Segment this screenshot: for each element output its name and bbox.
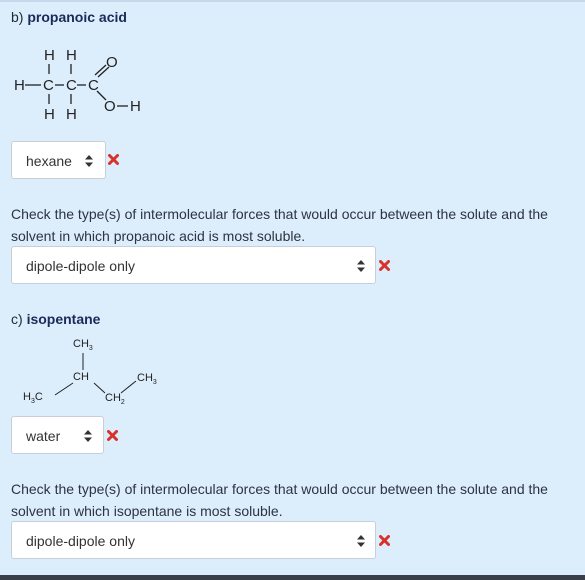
- up-down-arrows-icon: [357, 535, 365, 547]
- part-b-compound-name: propanoic acid: [27, 9, 127, 25]
- part-c-title: c) isopentane: [11, 311, 100, 327]
- question-c: Check the type(s) of intermolecular forc…: [11, 481, 548, 519]
- part-c-compound-name: isopentane: [26, 311, 101, 327]
- label-ch: CH: [73, 371, 89, 383]
- atom-h-left: H: [14, 77, 25, 94]
- up-down-arrows-icon: [85, 155, 93, 167]
- forces-select-b-value: dipole-dipole only: [26, 258, 135, 274]
- question-b: Check the type(s) of intermolecular forc…: [11, 206, 548, 244]
- atom-h-top-2: H: [66, 47, 77, 64]
- atom-c1: C: [43, 77, 54, 94]
- atom-h-bot-1: H: [44, 106, 55, 123]
- part-b-letter: b): [11, 9, 24, 25]
- label-ch3-top: CH3: [73, 338, 93, 352]
- isopentane-bonds: [54, 353, 137, 396]
- x-mark-icon: [379, 535, 390, 546]
- label-ch3-right: CH3: [137, 372, 157, 386]
- bottom-bar: [0, 575, 585, 580]
- x-mark-icon: [108, 154, 119, 165]
- forces-select-c-value: dipole-dipole only: [26, 533, 135, 549]
- solvent-select-c[interactable]: water: [11, 416, 104, 454]
- propanoic-acid-structure: H H O H C C C H H O H: [14, 47, 141, 123]
- label-ch2: CH2: [105, 392, 125, 406]
- part-b-title: b) propanoic acid: [11, 9, 127, 25]
- atom-o-hydroxyl: O: [104, 98, 116, 115]
- forces-select-b[interactable]: dipole-dipole only: [11, 246, 376, 284]
- up-down-arrows-icon: [84, 430, 92, 442]
- up-down-arrows-icon: [357, 260, 365, 272]
- part-c-letter: c): [11, 311, 23, 327]
- solvent-select-c-value: water: [26, 428, 61, 444]
- x-mark-icon: [107, 430, 118, 441]
- label-h3c: H3C: [23, 391, 43, 405]
- forces-select-c[interactable]: dipole-dipole only: [11, 521, 376, 559]
- atom-h-top-1: H: [44, 47, 55, 64]
- atom-c2: C: [66, 77, 77, 94]
- isopentane-structure: CH3 CH CH3 H3C CH2: [23, 338, 157, 406]
- solvent-select-b[interactable]: hexane: [11, 141, 106, 179]
- atom-h-bot-2: H: [66, 106, 77, 123]
- x-mark-icon: [379, 260, 390, 271]
- atom-h-hydroxyl: H: [130, 98, 141, 115]
- top-divider: [0, 0, 585, 2]
- solvent-select-b-value: hexane: [26, 153, 72, 169]
